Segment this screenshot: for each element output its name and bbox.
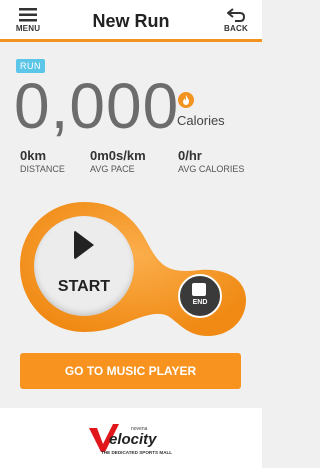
calories-label: Calories xyxy=(177,113,225,128)
back-arrow-icon xyxy=(227,8,245,22)
play-icon xyxy=(74,230,94,260)
run-controls: START END xyxy=(18,200,248,340)
avg-pace-value: 0m0s/km xyxy=(90,148,146,163)
footer: novena elocity THE DEDICATED SPORTS MALL xyxy=(0,408,262,468)
distance-value: 0km xyxy=(20,148,47,163)
start-button[interactable]: START xyxy=(34,216,134,316)
stop-icon xyxy=(192,283,206,296)
end-label: END xyxy=(192,299,208,306)
stat-avg-calories: 0/hr AVG CALORIES xyxy=(178,148,244,174)
svg-text:elocity: elocity xyxy=(109,431,157,448)
velocity-logo: novena elocity THE DEDICATED SPORTS MALL xyxy=(89,424,172,455)
calories-value: 0,000 xyxy=(14,70,180,142)
start-label: START xyxy=(57,278,111,295)
stat-distance: 0km DISTANCE xyxy=(20,148,65,174)
new-run-screen: MENU New Run BACK RUN 0,000 Calories 0km… xyxy=(0,0,262,468)
avg-calories-value: 0/hr xyxy=(178,148,202,163)
avg-pace-label: AVG PACE xyxy=(90,164,135,174)
end-button[interactable]: END xyxy=(178,274,222,318)
flame-icon xyxy=(178,92,194,108)
back-label: BACK xyxy=(224,24,248,33)
top-bar: MENU New Run BACK xyxy=(0,0,262,42)
svg-text:THE DEDICATED SPORTS MALL: THE DEDICATED SPORTS MALL xyxy=(101,450,172,455)
distance-label: DISTANCE xyxy=(20,164,65,174)
go-to-music-player-button[interactable]: GO TO MUSIC PLAYER xyxy=(20,353,241,389)
back-button[interactable]: BACK xyxy=(220,6,252,33)
stat-avg-pace: 0m0s/km AVG PACE xyxy=(90,148,146,174)
avg-calories-label: AVG CALORIES xyxy=(178,164,245,174)
